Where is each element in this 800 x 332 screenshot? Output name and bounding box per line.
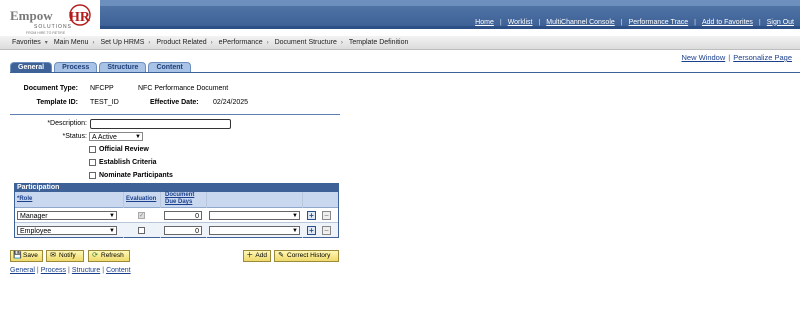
table-row: Manager ▼ ✓ 0 ▼ + − [15, 208, 338, 223]
sign-out-link[interactable]: Sign Out [761, 19, 800, 26]
bottom-link-general[interactable]: General [10, 267, 35, 274]
nominate-participants-checkbox[interactable] [89, 172, 96, 179]
table-row: Employee ▼ 0 ▼ + − [15, 223, 338, 237]
tab-divider [10, 72, 800, 73]
effective-date-label: Effective Date: [150, 99, 199, 106]
description-label: *Description: [47, 120, 87, 127]
status-select[interactable]: A Active ▼ [89, 132, 143, 141]
role-select[interactable]: Manager ▼ [17, 211, 117, 220]
description-input[interactable] [90, 119, 231, 129]
participation-grid: Participation *Role Evaluation Document … [14, 183, 339, 238]
save-button[interactable]: 💾 Save [10, 250, 43, 262]
notify-label: Notify [59, 252, 76, 259]
notify-icon: ✉ [50, 252, 56, 259]
document-type-description: NFC Performance Document [138, 85, 229, 92]
row-extra-select[interactable]: ▼ [209, 211, 300, 220]
establish-criteria-label: Establish Criteria [99, 159, 157, 166]
multichannel-console-link[interactable]: MultiChannel Console [540, 19, 620, 26]
official-review-label: Official Review [99, 146, 149, 153]
establish-criteria-checkbox[interactable] [89, 159, 96, 166]
role-value: Employee [20, 228, 52, 235]
effective-date-value: 02/24/2025 [213, 99, 249, 106]
breadcrumb-favorites[interactable]: Favorites [8, 39, 45, 46]
bottom-link-structure[interactable]: Structure [72, 267, 100, 274]
svg-text:FROM HIRE TO RETIRE: FROM HIRE TO RETIRE [26, 31, 66, 35]
refresh-button[interactable]: ⟳ Refresh [88, 250, 130, 262]
evaluation-checkbox[interactable] [138, 227, 145, 234]
breadcrumb: Favorites ▾ Main Menu › Set Up HRMS › Produ… [0, 36, 800, 50]
document-type-label: Document Type: [23, 85, 78, 92]
role-select[interactable]: Employee ▼ [17, 226, 117, 235]
personalize-page-link[interactable]: Personalize Page [733, 53, 792, 62]
svg-text:SOLUTIONS: SOLUTIONS [34, 24, 72, 30]
notify-button[interactable]: ✉ Notify [46, 250, 84, 262]
section-divider [10, 114, 340, 115]
grid-header-row: *Role Evaluation Document Due Days [15, 192, 338, 208]
add-row-icon[interactable]: + [307, 226, 316, 235]
add-button[interactable]: ＋ Add [243, 250, 271, 262]
role-column-header[interactable]: *Role [17, 196, 32, 202]
correct-history-icon: ✎ [278, 252, 284, 259]
status-value: A Active [92, 134, 117, 141]
chevron-down-icon: ▼ [109, 213, 115, 219]
add-icon: ＋ [246, 252, 254, 259]
save-icon: 💾 [13, 252, 22, 259]
due-days-input[interactable]: 0 [164, 226, 202, 235]
add-label: Add [255, 252, 267, 259]
breadcrumb-document-structure[interactable]: Document Structure [271, 39, 341, 46]
evaluation-checkbox[interactable]: ✓ [138, 212, 145, 219]
template-id-value: TEST_ID [90, 99, 119, 106]
status-label: *Status: [62, 133, 87, 140]
official-review-checkbox[interactable] [89, 146, 96, 153]
participation-grid-title: Participation [15, 184, 338, 192]
document-type-code: NFCPP [90, 85, 114, 92]
breadcrumb-eperformance[interactable]: ePerformance [215, 39, 267, 46]
chevron-down-icon: ▼ [135, 134, 141, 140]
bottom-tab-links: General | Process | Structure | Content [10, 267, 131, 274]
chevron-down-icon: ▼ [292, 213, 298, 219]
correct-history-button[interactable]: ✎ Correct History [274, 250, 339, 262]
correct-history-label: Correct History [287, 252, 331, 259]
svg-text:Empow: Empow [10, 8, 53, 23]
bottom-link-content[interactable]: Content [106, 267, 131, 274]
add-row-icon[interactable]: + [307, 211, 316, 220]
page-links: New Window | Personalize Page [681, 53, 792, 62]
row-extra-select[interactable]: ▼ [209, 226, 300, 235]
refresh-icon: ⟳ [92, 252, 98, 259]
breadcrumb-set-up-hrms[interactable]: Set Up HRMS [96, 39, 148, 46]
nominate-participants-label: Nominate Participants [99, 172, 173, 179]
home-link[interactable]: Home [469, 19, 500, 26]
breadcrumb-product-related[interactable]: Product Related [152, 39, 210, 46]
template-id-label: Template ID: [36, 99, 79, 106]
save-label: Save [23, 252, 38, 259]
bottom-link-process[interactable]: Process [41, 267, 66, 274]
due-days-column-header-line1[interactable]: Document [165, 192, 194, 198]
svg-text:HR: HR [69, 10, 91, 25]
refresh-label: Refresh [101, 252, 124, 259]
breadcrumb-main-menu[interactable]: Main Menu [50, 39, 93, 46]
performance-trace-link[interactable]: Performance Trace [623, 19, 695, 26]
top-links: Home | Worklist | MultiChannel Console | Pe… [469, 16, 800, 28]
chevron-down-icon: ▼ [292, 228, 298, 234]
worklist-link[interactable]: Worklist [502, 19, 539, 26]
chevron-down-icon: ▼ [109, 228, 115, 234]
new-window-link[interactable]: New Window [681, 53, 725, 62]
add-to-favorites-link[interactable]: Add to Favorites [696, 19, 759, 26]
header: Empow HR SOLUTIONS FROM HIRE TO RETIRE H… [0, 0, 800, 36]
empowhr-logo: Empow HR SOLUTIONS FROM HIRE TO RETIRE [8, 4, 100, 36]
breadcrumb-template-definition: Template Definition [348, 39, 409, 46]
delete-row-icon[interactable]: − [322, 211, 331, 220]
due-days-input[interactable]: 0 [164, 211, 202, 220]
evaluation-column-header[interactable]: Evaluation [126, 196, 156, 202]
due-days-column-header-line2[interactable]: Due Days [165, 199, 192, 205]
delete-row-icon[interactable]: − [322, 226, 331, 235]
role-value: Manager [20, 213, 48, 220]
